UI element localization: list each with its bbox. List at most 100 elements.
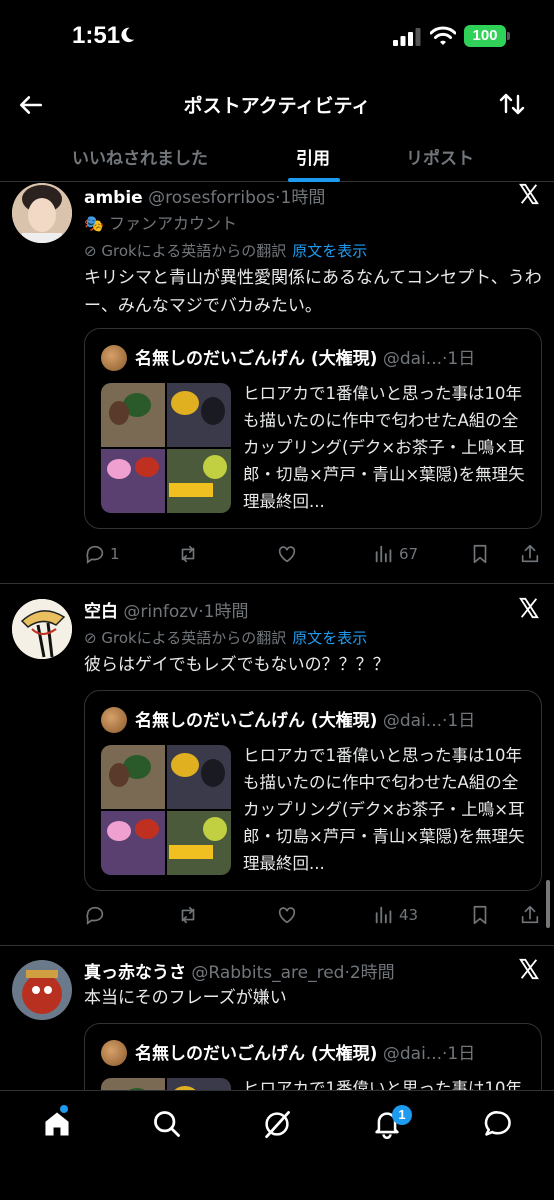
messages-icon[interactable] xyxy=(483,1109,513,1139)
post-card[interactable]: 真っ赤なうさ @Rabbits_are_red·2時間 本当にそのフレーズが嫌い… xyxy=(0,946,554,1103)
reply-button[interactable] xyxy=(84,900,106,930)
like-button[interactable] xyxy=(276,900,298,930)
post-time: ·2時間 xyxy=(344,963,395,983)
post-text: 本当にそのフレーズが嫌い xyxy=(84,988,287,1008)
translate-icon: ⊘ xyxy=(84,242,97,260)
reply-button[interactable]: 1 xyxy=(84,539,120,569)
reply-count: 1 xyxy=(110,545,120,563)
quoted-handle: @dai... xyxy=(382,349,443,369)
x-logo-icon xyxy=(519,597,539,619)
quoted-time: ·1日 xyxy=(442,711,476,731)
quoted-post[interactable]: 名無しのだいごんげん (大権現) @dai...·1日 ヒロアカで1番偉いと思っ… xyxy=(84,328,542,529)
x-logo-icon xyxy=(519,958,539,980)
share-icon xyxy=(521,905,539,924)
wifi-icon xyxy=(430,26,456,45)
author-handle[interactable]: @rosesforribos xyxy=(148,188,275,208)
translation-notice: ⊘ Grokによる英語からの翻訳 原文を表示 xyxy=(84,627,367,648)
quoted-avatar xyxy=(101,1040,127,1066)
share-button[interactable] xyxy=(519,900,541,930)
status-bar: 1:51 100 xyxy=(0,0,554,76)
quoted-image[interactable] xyxy=(101,745,231,875)
views-icon xyxy=(375,545,392,563)
fan-account-label: 🎭 ファンアカウント xyxy=(84,210,237,234)
quoted-handle: @dai... xyxy=(382,711,443,731)
reply-icon xyxy=(86,906,104,925)
post-header: 空白 @rinfozv·1時間 xyxy=(84,597,249,622)
status-time: 1:51 xyxy=(72,22,121,49)
action-bar: 1 67 xyxy=(84,539,544,569)
translate-label: Grokによる英語からの翻訳 xyxy=(101,629,287,647)
scrollbar[interactable] xyxy=(546,880,550,928)
post-time: ·1時間 xyxy=(275,188,326,208)
subline-text: ファンアカウント xyxy=(109,214,238,233)
signal-icon xyxy=(393,28,421,46)
page-title: ポストアクティビティ xyxy=(183,95,371,117)
quoted-author: 名無しのだいごんげん (大権現) xyxy=(135,349,378,369)
sort-icon[interactable] xyxy=(498,90,526,118)
search-icon[interactable] xyxy=(152,1109,182,1139)
quoted-time: ·1日 xyxy=(442,1044,476,1064)
author-name[interactable]: 真っ赤なうさ xyxy=(84,963,186,983)
repost-button[interactable] xyxy=(177,539,199,569)
image-grid xyxy=(101,383,231,513)
post-card[interactable]: ambie @rosesforribos·1時間 🎭 ファンアカウント ⊘ Gr… xyxy=(0,183,554,584)
avatar-photo xyxy=(12,960,72,1020)
reply-icon xyxy=(86,545,104,564)
quoted-handle: @dai... xyxy=(382,1044,443,1064)
image-grid xyxy=(101,745,231,875)
quoted-author: 名無しのだいごんげん (大権現) xyxy=(135,1044,378,1064)
like-button[interactable] xyxy=(276,539,298,569)
avatar-drawing xyxy=(12,599,72,659)
views-button[interactable]: 67 xyxy=(373,539,418,569)
show-original-link[interactable]: 原文を表示 xyxy=(292,629,367,647)
author-name[interactable]: 空白 xyxy=(84,602,118,622)
tab-bar: いいねされました 引用 リポスト xyxy=(0,132,554,182)
quoted-post[interactable]: 名無しのだいごんげん (大権現) @dai...·1日 ヒロアカで1番偉いと思っ… xyxy=(84,690,542,891)
share-button[interactable] xyxy=(519,539,541,569)
quoted-image[interactable] xyxy=(101,383,231,513)
avatar[interactable] xyxy=(12,960,72,1020)
home-unread-dot xyxy=(60,1105,68,1113)
post-text: キリシマと青山が異性愛関係にあるなんてコンセプト、うわー、みんなマジでバカみたい… xyxy=(84,268,542,316)
bottom-nav: 1 xyxy=(0,1090,554,1200)
post-header: 真っ赤なうさ @Rabbits_are_red·2時間 xyxy=(84,958,395,983)
theater-mask-icon: 🎭 xyxy=(84,214,104,233)
bookmark-button[interactable] xyxy=(469,900,491,930)
quoted-header: 名無しのだいごんげん (大権現) @dai...·1日 xyxy=(135,706,475,731)
avatar-photo xyxy=(12,183,72,243)
repost-icon xyxy=(181,906,195,924)
translate-label: Grokによる英語からの翻訳 xyxy=(101,242,287,260)
tab-likes[interactable]: いいねされました xyxy=(72,144,208,169)
bookmark-button[interactable] xyxy=(469,539,491,569)
home-icon[interactable] xyxy=(42,1109,72,1139)
translation-notice: ⊘ Grokによる英語からの翻訳 原文を表示 xyxy=(84,240,367,261)
like-icon xyxy=(278,546,296,563)
battery-indicator: 100 xyxy=(464,25,506,47)
author-handle[interactable]: @rinfozv xyxy=(123,602,198,622)
author-name[interactable]: ambie xyxy=(84,188,143,208)
show-original-link[interactable]: 原文を表示 xyxy=(292,242,367,260)
quoted-text: ヒロアカで1番偉いと思った事は10年も描いたのに作中で匂わせたA組の全カップリン… xyxy=(243,384,525,511)
repost-button[interactable] xyxy=(177,900,199,930)
avatar[interactable] xyxy=(12,599,72,659)
view-count: 67 xyxy=(399,545,419,563)
grok-icon[interactable] xyxy=(262,1109,292,1139)
author-handle[interactable]: @Rabbits_are_red xyxy=(191,963,344,983)
active-tab-indicator xyxy=(288,178,340,182)
quoted-time: ·1日 xyxy=(442,349,476,369)
moon-icon xyxy=(121,27,135,43)
tab-reposts[interactable]: リポスト xyxy=(406,144,474,169)
x-logo-icon xyxy=(519,183,539,205)
like-icon xyxy=(278,907,296,924)
view-count: 43 xyxy=(399,906,419,924)
quoted-header: 名無しのだいごんげん (大権現) @dai...·1日 xyxy=(135,1039,475,1064)
views-button[interactable]: 43 xyxy=(373,900,418,930)
post-card[interactable]: 空白 @rinfozv·1時間 ⊘ Grokによる英語からの翻訳 原文を表示 彼ら… xyxy=(0,584,554,946)
avatar[interactable] xyxy=(12,183,72,243)
quoted-header: 名無しのだいごんげん (大権現) @dai...·1日 xyxy=(135,344,475,369)
repost-icon xyxy=(181,545,195,563)
quoted-avatar xyxy=(101,345,127,371)
tab-quotes[interactable]: 引用 xyxy=(296,144,330,169)
views-icon xyxy=(375,906,392,924)
bookmark-icon xyxy=(473,905,487,925)
